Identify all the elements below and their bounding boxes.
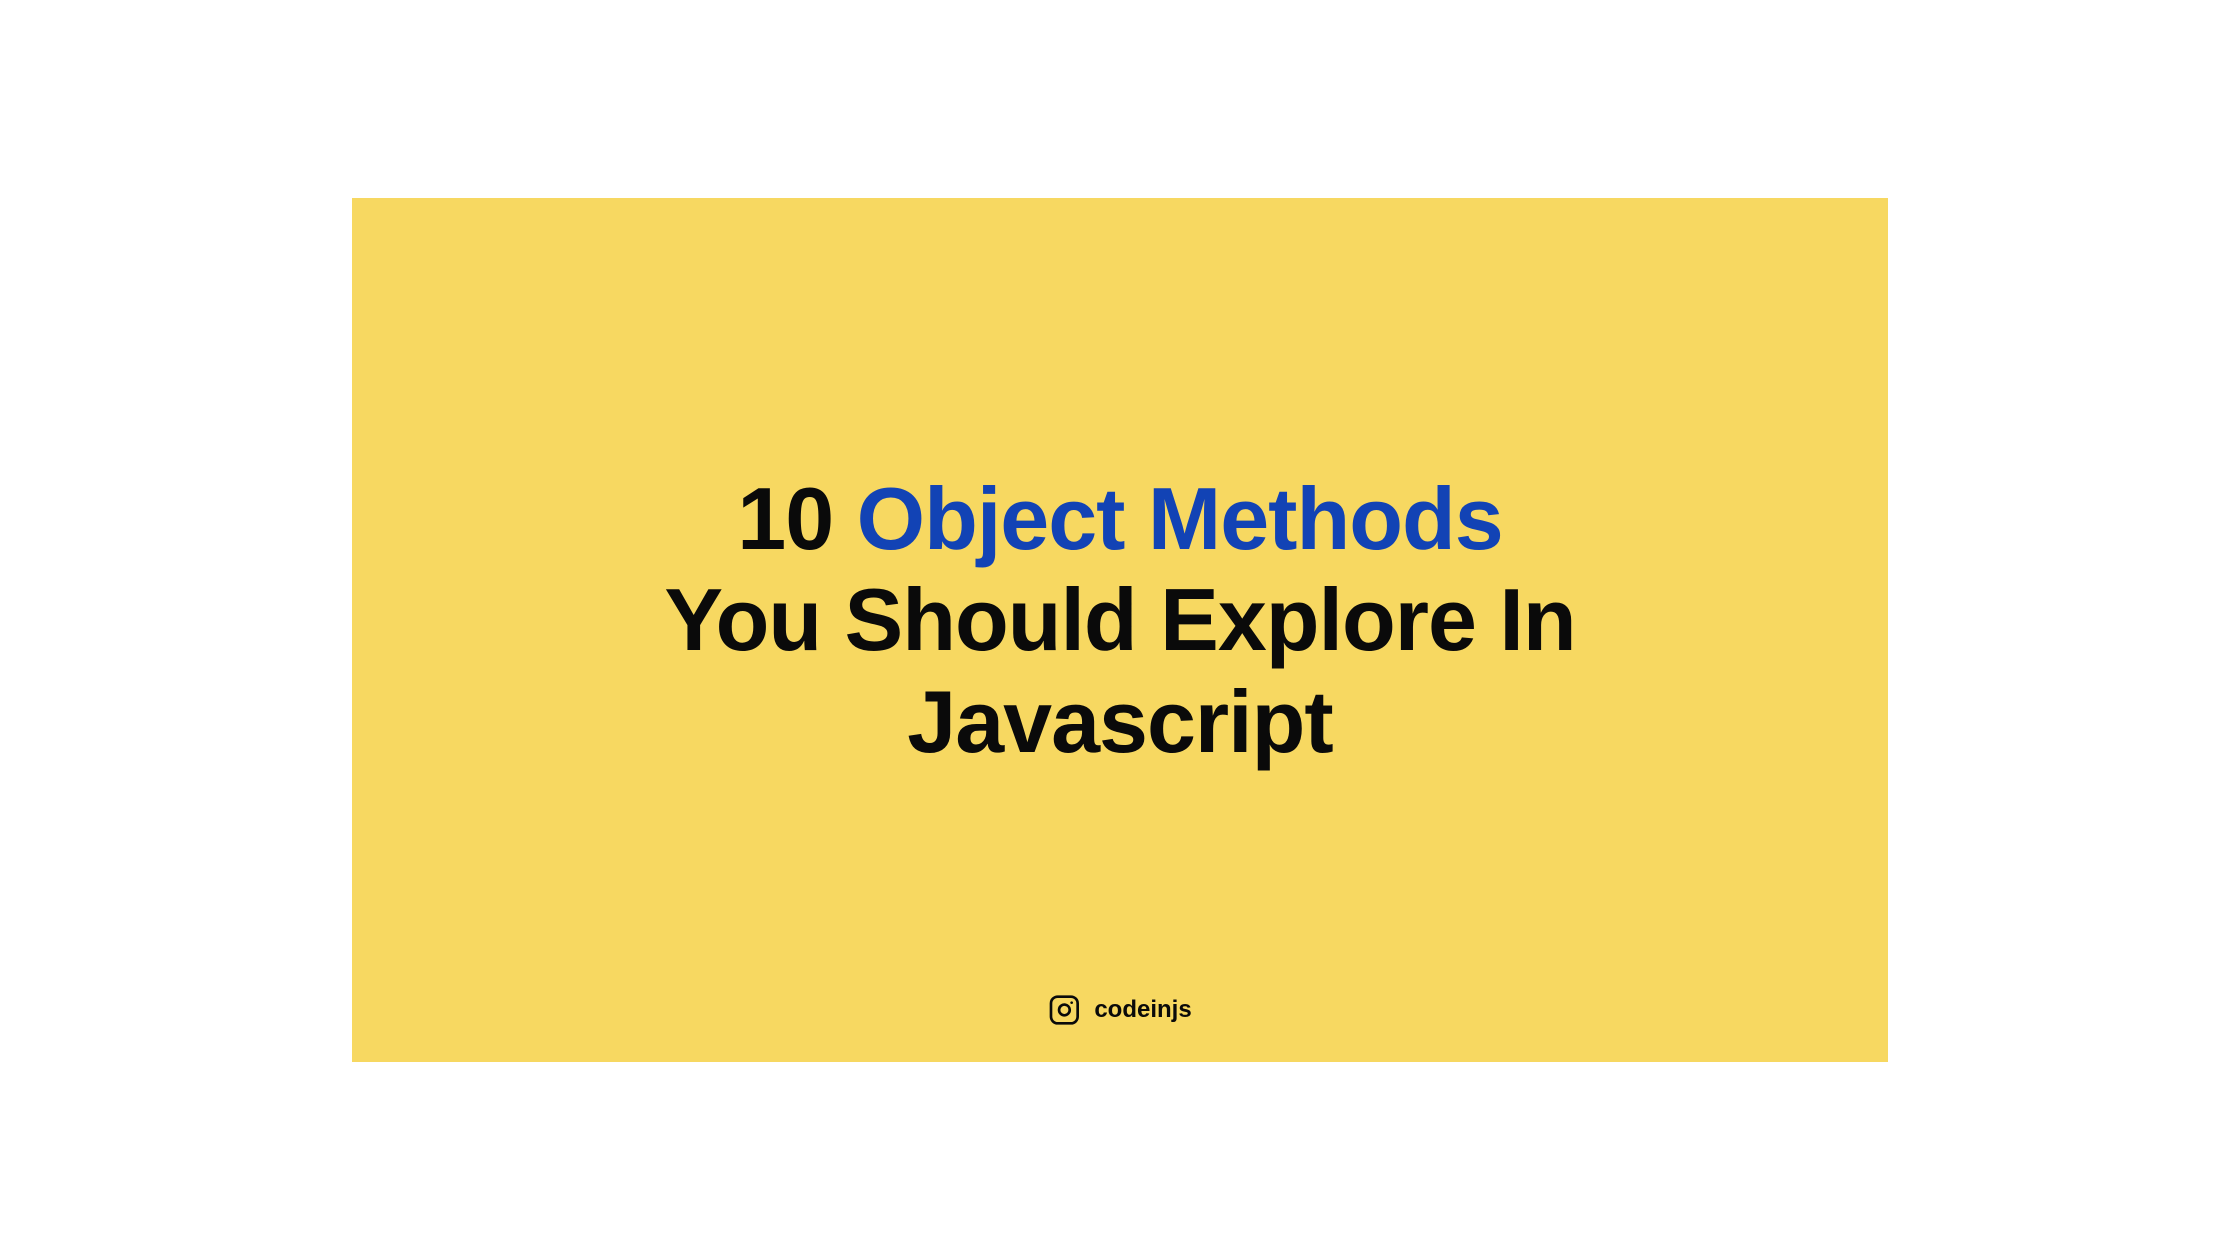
title-highlight: Object Methods <box>857 469 1503 568</box>
title-block: 10 Object Methods You Should Explore In … <box>664 468 1575 772</box>
title-line-2: You Should Explore In <box>664 569 1575 670</box>
footer: codeinjs <box>1048 994 1191 1026</box>
title-prefix: 10 <box>737 469 856 568</box>
instagram-icon <box>1048 994 1080 1026</box>
social-handle: codeinjs <box>1094 996 1191 1024</box>
title-line-1: 10 Object Methods <box>664 468 1575 569</box>
slide-card: 10 Object Methods You Should Explore In … <box>352 198 1888 1062</box>
title-line-3: Javascript <box>664 671 1575 772</box>
